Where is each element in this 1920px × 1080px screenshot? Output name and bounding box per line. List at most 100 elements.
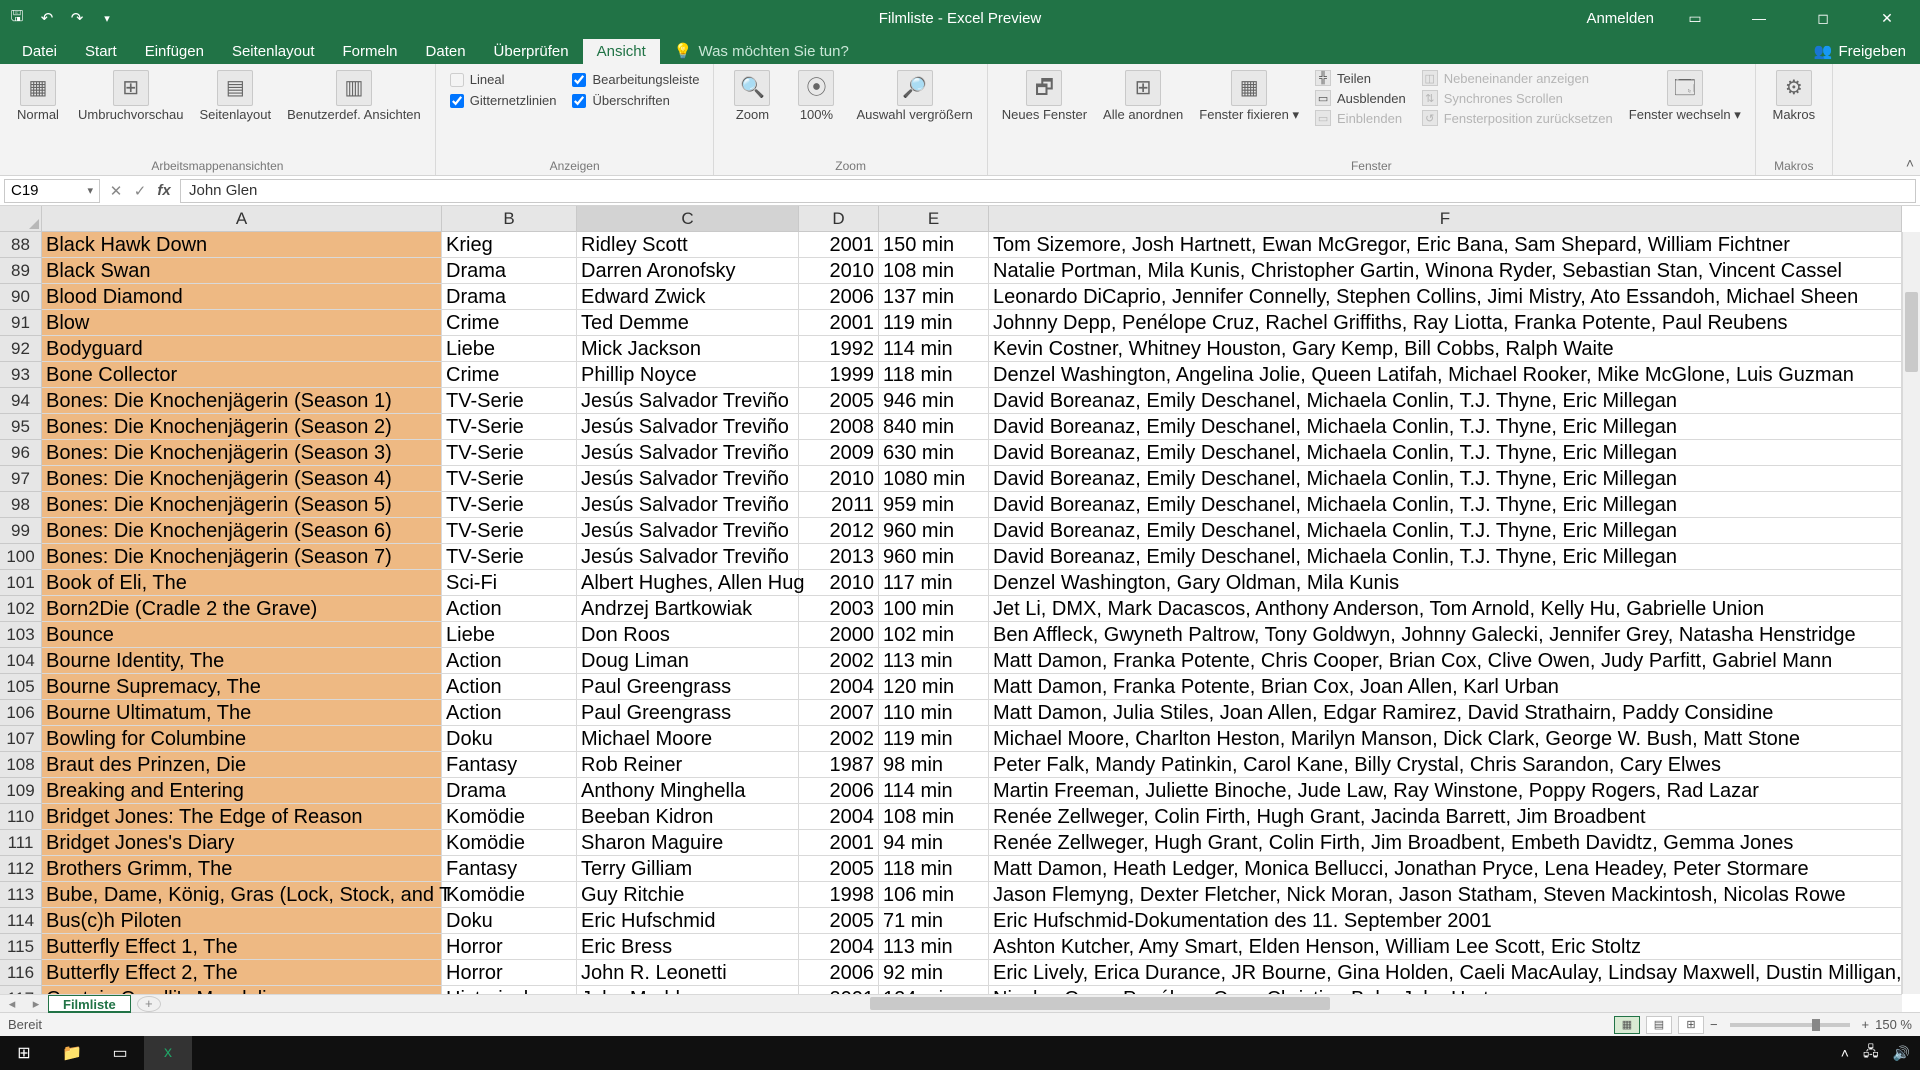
cell[interactable]: 2005 <box>799 856 879 882</box>
cell[interactable]: Tom Sizemore, Josh Hartnett, Ewan McGreg… <box>989 232 1902 258</box>
cell[interactable]: Matt Damon, Julia Stiles, Joan Allen, Ed… <box>989 700 1902 726</box>
cell[interactable]: Komödie <box>442 882 577 908</box>
tab-ansicht[interactable]: Ansicht <box>583 39 660 64</box>
tell-me[interactable]: 💡Was möchten Sie tun? <box>660 38 863 64</box>
cell[interactable]: 2001 <box>799 310 879 336</box>
cell[interactable]: Butterfly Effect 2, The <box>42 960 442 986</box>
cell[interactable]: Historical <box>442 986 577 994</box>
cell[interactable]: 2005 <box>799 908 879 934</box>
cell[interactable]: Crime <box>442 310 577 336</box>
cell[interactable]: Braut des Prinzen, Die <box>42 752 442 778</box>
file-explorer-icon[interactable]: 📁 <box>48 1036 96 1070</box>
tab-ueberpruefen[interactable]: Überprüfen <box>480 39 583 64</box>
cell[interactable]: David Boreanaz, Emily Deschanel, Michael… <box>989 544 1902 570</box>
cell[interactable]: Captain Corelli's Mandolin <box>42 986 442 994</box>
cell[interactable]: TV-Serie <box>442 440 577 466</box>
cell[interactable]: Michael Moore <box>577 726 799 752</box>
cell[interactable]: 124 min <box>879 986 989 994</box>
cell[interactable]: Bodyguard <box>42 336 442 362</box>
cell[interactable]: Krieg <box>442 232 577 258</box>
cell[interactable]: Albert Hughes, Allen Hug <box>577 570 799 596</box>
cell[interactable]: 1080 min <box>879 466 989 492</box>
formula-input[interactable]: John Glen <box>180 179 1916 203</box>
cell[interactable]: Rob Reiner <box>577 752 799 778</box>
cell[interactable]: 2000 <box>799 622 879 648</box>
cell[interactable]: David Boreanaz, Emily Deschanel, Michael… <box>989 492 1902 518</box>
row-header[interactable]: 98 <box>0 492 42 518</box>
cell[interactable]: 2004 <box>799 804 879 830</box>
zoom-handle[interactable] <box>1812 1019 1820 1031</box>
cell[interactable]: David Boreanaz, Emily Deschanel, Michael… <box>989 518 1902 544</box>
cell[interactable]: Phillip Noyce <box>577 362 799 388</box>
row-header[interactable]: 108 <box>0 752 42 778</box>
sheet-tab-active[interactable]: Filmliste <box>48 995 131 1013</box>
cell[interactable]: TV-Serie <box>442 388 577 414</box>
ruler-check[interactable]: Lineal <box>450 72 557 87</box>
cell[interactable]: 1987 <box>799 752 879 778</box>
cell[interactable]: 960 min <box>879 544 989 570</box>
name-box-dropdown-icon[interactable]: ▾ <box>87 184 93 197</box>
fx-icon[interactable]: fx <box>152 179 176 203</box>
vertical-scrollbar[interactable] <box>1902 232 1920 994</box>
cell[interactable]: Peter Falk, Mandy Patinkin, Carol Kane, … <box>989 752 1902 778</box>
row-header[interactable]: 115 <box>0 934 42 960</box>
cell[interactable]: 108 min <box>879 258 989 284</box>
col-header-E[interactable]: E <box>879 206 989 232</box>
cell[interactable]: 119 min <box>879 726 989 752</box>
cell[interactable]: Eric Bress <box>577 934 799 960</box>
row-header[interactable]: 88 <box>0 232 42 258</box>
cell[interactable]: 2003 <box>799 596 879 622</box>
cell[interactable]: Terry Gilliam <box>577 856 799 882</box>
cell[interactable]: Darren Aronofsky <box>577 258 799 284</box>
cell[interactable]: TV-Serie <box>442 492 577 518</box>
split-button[interactable]: ╬Teilen <box>1315 70 1406 86</box>
cell[interactable]: Bridget Jones: The Edge of Reason <box>42 804 442 830</box>
cell[interactable]: Book of Eli, The <box>42 570 442 596</box>
cell[interactable]: Andrzej Bartkowiak <box>577 596 799 622</box>
pagelayout-view-button[interactable]: ▤Seitenlayout <box>194 68 278 124</box>
add-sheet-icon[interactable]: + <box>137 996 161 1012</box>
cell[interactable]: Don Roos <box>577 622 799 648</box>
sheet-nav-prev-icon[interactable]: ◂ <box>0 996 24 1012</box>
cell[interactable]: Denzel Washington, Gary Oldman, Mila Kun… <box>989 570 1902 596</box>
cell[interactable]: Jesús Salvador Treviño <box>577 544 799 570</box>
cell[interactable]: Horror <box>442 934 577 960</box>
cell[interactable]: Jesús Salvador Treviño <box>577 518 799 544</box>
cell[interactable]: Jesús Salvador Treviño <box>577 466 799 492</box>
hide-button[interactable]: ▭Ausblenden <box>1315 90 1406 106</box>
cell[interactable]: David Boreanaz, Emily Deschanel, Michael… <box>989 466 1902 492</box>
row-header[interactable]: 102 <box>0 596 42 622</box>
cell[interactable]: 2010 <box>799 466 879 492</box>
headings-check[interactable]: Überschriften <box>572 93 699 108</box>
cell[interactable]: Bones: Die Knochenjägerin (Season 3) <box>42 440 442 466</box>
cell[interactable]: Bourne Supremacy, The <box>42 674 442 700</box>
maximize-icon[interactable]: ◻ <box>1800 0 1846 36</box>
cell[interactable]: Sharon Maguire <box>577 830 799 856</box>
cell[interactable]: Jesús Salvador Treviño <box>577 492 799 518</box>
cell[interactable]: Ben Affleck, Gwyneth Paltrow, Tony Goldw… <box>989 622 1902 648</box>
row-header[interactable]: 93 <box>0 362 42 388</box>
cell[interactable]: Action <box>442 700 577 726</box>
new-window-button[interactable]: 🗗Neues Fenster <box>996 68 1093 124</box>
cell[interactable]: 2011 <box>799 492 879 518</box>
cell[interactable]: Komödie <box>442 804 577 830</box>
col-header-A[interactable]: A <box>42 206 442 232</box>
cell[interactable]: 92 min <box>879 960 989 986</box>
cell[interactable]: 94 min <box>879 830 989 856</box>
pagebreak-view-icon[interactable]: ⊞ <box>1678 1016 1704 1034</box>
row-header[interactable]: 114 <box>0 908 42 934</box>
row-header[interactable]: 96 <box>0 440 42 466</box>
normal-view-button[interactable]: ▦Normal <box>8 68 68 124</box>
cell[interactable]: TV-Serie <box>442 466 577 492</box>
cell[interactable]: Drama <box>442 258 577 284</box>
row-header[interactable]: 95 <box>0 414 42 440</box>
cell[interactable]: 110 min <box>879 700 989 726</box>
cell[interactable]: Mick Jackson <box>577 336 799 362</box>
cell[interactable]: 114 min <box>879 336 989 362</box>
cell[interactable]: David Boreanaz, Emily Deschanel, Michael… <box>989 440 1902 466</box>
cell[interactable]: 119 min <box>879 310 989 336</box>
cell[interactable]: Liebe <box>442 336 577 362</box>
tab-formeln[interactable]: Formeln <box>329 39 412 64</box>
cell[interactable]: Jesús Salvador Treviño <box>577 440 799 466</box>
cell[interactable]: Bones: Die Knochenjägerin (Season 5) <box>42 492 442 518</box>
